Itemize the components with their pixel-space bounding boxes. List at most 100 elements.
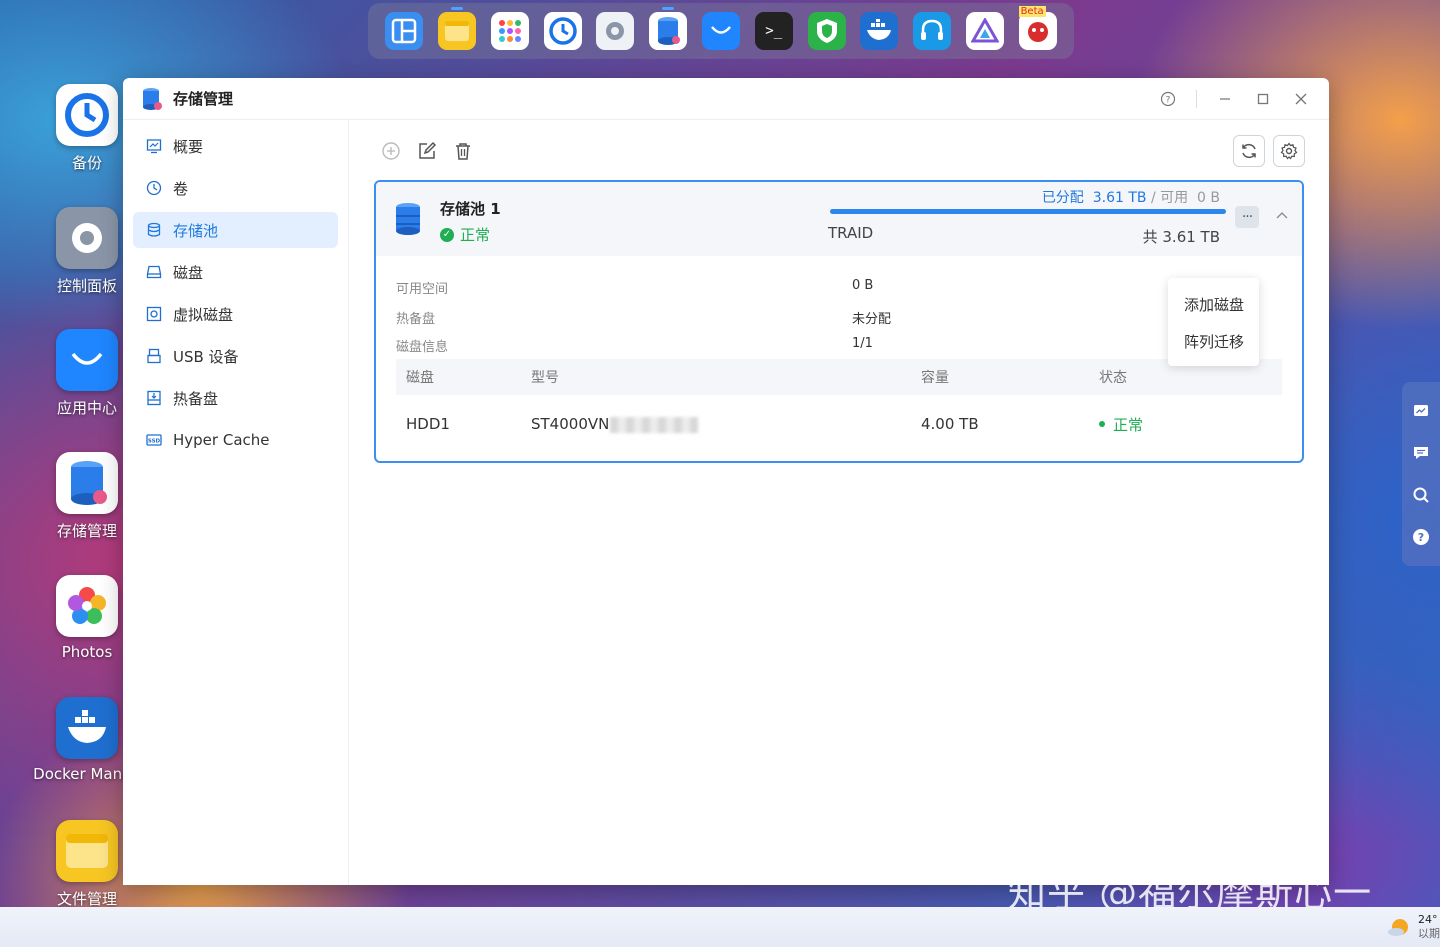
sidebar-item-overview[interactable]: 概要 xyxy=(133,128,338,164)
app-grid-icon[interactable] xyxy=(490,12,529,50)
sidebar-item-disk[interactable]: 磁盘 xyxy=(133,254,338,290)
desktop-icon-label: 备份 xyxy=(71,154,102,172)
app-center-icon[interactable] xyxy=(701,12,740,50)
disk-icon xyxy=(145,263,163,281)
usage-separator: / xyxy=(1150,190,1156,206)
sidebar-item-volume[interactable]: 卷 xyxy=(133,170,338,206)
storage-pool-card[interactable]: 存储池 1 ✓ 正常 TRAID 已分配 3.61 TB / 可用 0 B 共 … xyxy=(374,180,1304,463)
beta-app-icon[interactable]: Beta xyxy=(1018,6,1057,50)
maximize-icon[interactable] xyxy=(1253,89,1273,109)
temperature: 24° xyxy=(1418,913,1438,926)
backup-clock-icon[interactable] xyxy=(543,12,582,50)
usage-progress-bar xyxy=(830,209,1226,214)
model-text: ST4000VN xyxy=(531,415,610,433)
window-title: 存储管理 xyxy=(173,90,234,108)
svg-text:?: ? xyxy=(1418,531,1424,544)
sidebar-item-label: 存储池 xyxy=(173,221,219,240)
search-icon[interactable] xyxy=(1410,484,1432,506)
sidebar: 概要 卷 存储池 磁盘 虚拟磁盘 USB 设备 热备盘 SSD Hyper Ca… xyxy=(123,120,349,885)
add-pool-button[interactable] xyxy=(377,137,405,165)
sidebar-item-usb[interactable]: USB 设备 xyxy=(133,338,338,374)
control-panel-icon xyxy=(56,207,118,269)
top-dock: >_ Beta xyxy=(368,3,1074,59)
minimize-icon[interactable] xyxy=(1215,89,1235,109)
desktop-icon-label: Photos xyxy=(61,643,113,661)
model-cell: ST4000VN xyxy=(531,415,921,433)
close-icon[interactable] xyxy=(1291,89,1311,109)
monitor-icon[interactable] xyxy=(1410,400,1432,422)
sidebar-item-hot-spare[interactable]: 热备盘 xyxy=(133,380,338,416)
sidebar-item-label: Hyper Cache xyxy=(173,431,270,449)
weather-desc: 以期 xyxy=(1418,927,1440,940)
window-manager-icon[interactable] xyxy=(385,12,424,50)
delete-pool-button[interactable] xyxy=(449,137,477,165)
edit-pool-button[interactable] xyxy=(413,137,441,165)
app-center-icon xyxy=(56,329,118,391)
status-cell: 正常 xyxy=(1099,414,1282,435)
toolbar xyxy=(349,120,1329,182)
allocated-label: 已分配 xyxy=(1041,190,1084,206)
sidebar-item-label: 磁盘 xyxy=(173,263,204,282)
allocated-value: 3.61 TB xyxy=(1092,190,1147,206)
trash-icon xyxy=(456,143,470,160)
redacted-serial xyxy=(610,416,699,433)
usb-icon xyxy=(145,347,163,365)
sidebar-item-storage-pool[interactable]: 存储池 xyxy=(133,212,338,248)
hot-spare-icon xyxy=(145,389,163,407)
docker-icon[interactable] xyxy=(860,12,899,50)
raid-type: TRAID xyxy=(828,224,874,242)
virtual-disk-icon xyxy=(145,305,163,323)
column-header: 状态 xyxy=(1099,370,1127,386)
storage-pool-icon xyxy=(396,203,420,235)
beta-label: Beta xyxy=(1018,6,1046,17)
desktop-icon-label: 存储管理 xyxy=(56,522,117,540)
security-shield-icon[interactable] xyxy=(807,12,846,50)
refresh-button[interactable] xyxy=(1233,135,1265,167)
sidebar-item-label: 虚拟磁盘 xyxy=(173,305,234,324)
titlebar-divider xyxy=(1196,89,1197,108)
support-headset-icon[interactable] xyxy=(913,12,952,50)
sidebar-item-hyper-cache[interactable]: SSD Hyper Cache xyxy=(133,422,338,458)
settings-gear-icon[interactable] xyxy=(596,12,635,50)
help-icon[interactable]: ? xyxy=(1158,89,1178,109)
column-header: 磁盘 xyxy=(406,370,434,386)
column-header: 容量 xyxy=(921,370,949,386)
docker-icon xyxy=(56,697,118,759)
usage-progress-fill xyxy=(830,209,1226,214)
detail-key: 磁盘信息 xyxy=(396,340,449,355)
ssd-cache-icon: SSD xyxy=(145,431,163,449)
overview-icon xyxy=(145,137,163,155)
menu-item-add-disk[interactable]: 添加磁盘 xyxy=(1168,286,1259,323)
pool-total: 共 3.61 TB xyxy=(1142,228,1220,246)
chevron-up-icon[interactable] xyxy=(1276,208,1288,223)
settings-button[interactable] xyxy=(1273,135,1305,167)
desktop-icon-label: 控制面板 xyxy=(56,277,117,295)
pool-header[interactable]: 存储池 1 ✓ 正常 TRAID 已分配 3.61 TB / 可用 0 B 共 … xyxy=(376,182,1302,256)
jellyfin-icon[interactable] xyxy=(965,12,1004,50)
message-icon[interactable] xyxy=(1410,442,1432,464)
svg-text:?: ? xyxy=(1166,95,1171,105)
menu-item-array-migration[interactable]: 阵列迁移 xyxy=(1168,323,1259,360)
storage-active-badge xyxy=(662,7,675,10)
volume-icon xyxy=(145,179,163,197)
status-text: 正常 xyxy=(1113,415,1144,434)
gear-icon xyxy=(1280,142,1298,160)
table-row[interactable]: HDD1 ST4000VN 4.00 TB 正常 xyxy=(396,395,1282,453)
photos-icon xyxy=(56,575,118,637)
storage-manager-icon[interactable] xyxy=(649,7,688,50)
disk-table: 磁盘 型号 容量 状态 HDD1 ST4000VN 4.00 TB 正常 xyxy=(396,359,1282,453)
terminal-icon[interactable]: >_ xyxy=(754,12,793,50)
refresh-icon xyxy=(1242,143,1256,159)
check-circle-icon: ✓ xyxy=(440,227,454,242)
table-header: 磁盘 型号 容量 状态 xyxy=(396,359,1282,395)
pool-status-text: 正常 xyxy=(460,226,491,244)
notes-icon[interactable] xyxy=(438,7,477,50)
help-icon[interactable]: ? xyxy=(1410,526,1432,548)
more-options-button[interactable]: ··· xyxy=(1235,206,1259,228)
file-manager-icon xyxy=(56,820,118,882)
svg-text:SSD: SSD xyxy=(148,439,161,445)
window-titlebar[interactable]: 存储管理 ? xyxy=(123,78,1329,120)
weather-widget[interactable]: 24° 以期 xyxy=(1386,913,1440,941)
sidebar-item-virtual-disk[interactable]: 虚拟磁盘 xyxy=(133,296,338,332)
storage-manager-window: 存储管理 ? 概要 卷 存储池 磁盘 虚拟磁盘 USB 设备 热备盘 SSD H… xyxy=(123,78,1329,885)
